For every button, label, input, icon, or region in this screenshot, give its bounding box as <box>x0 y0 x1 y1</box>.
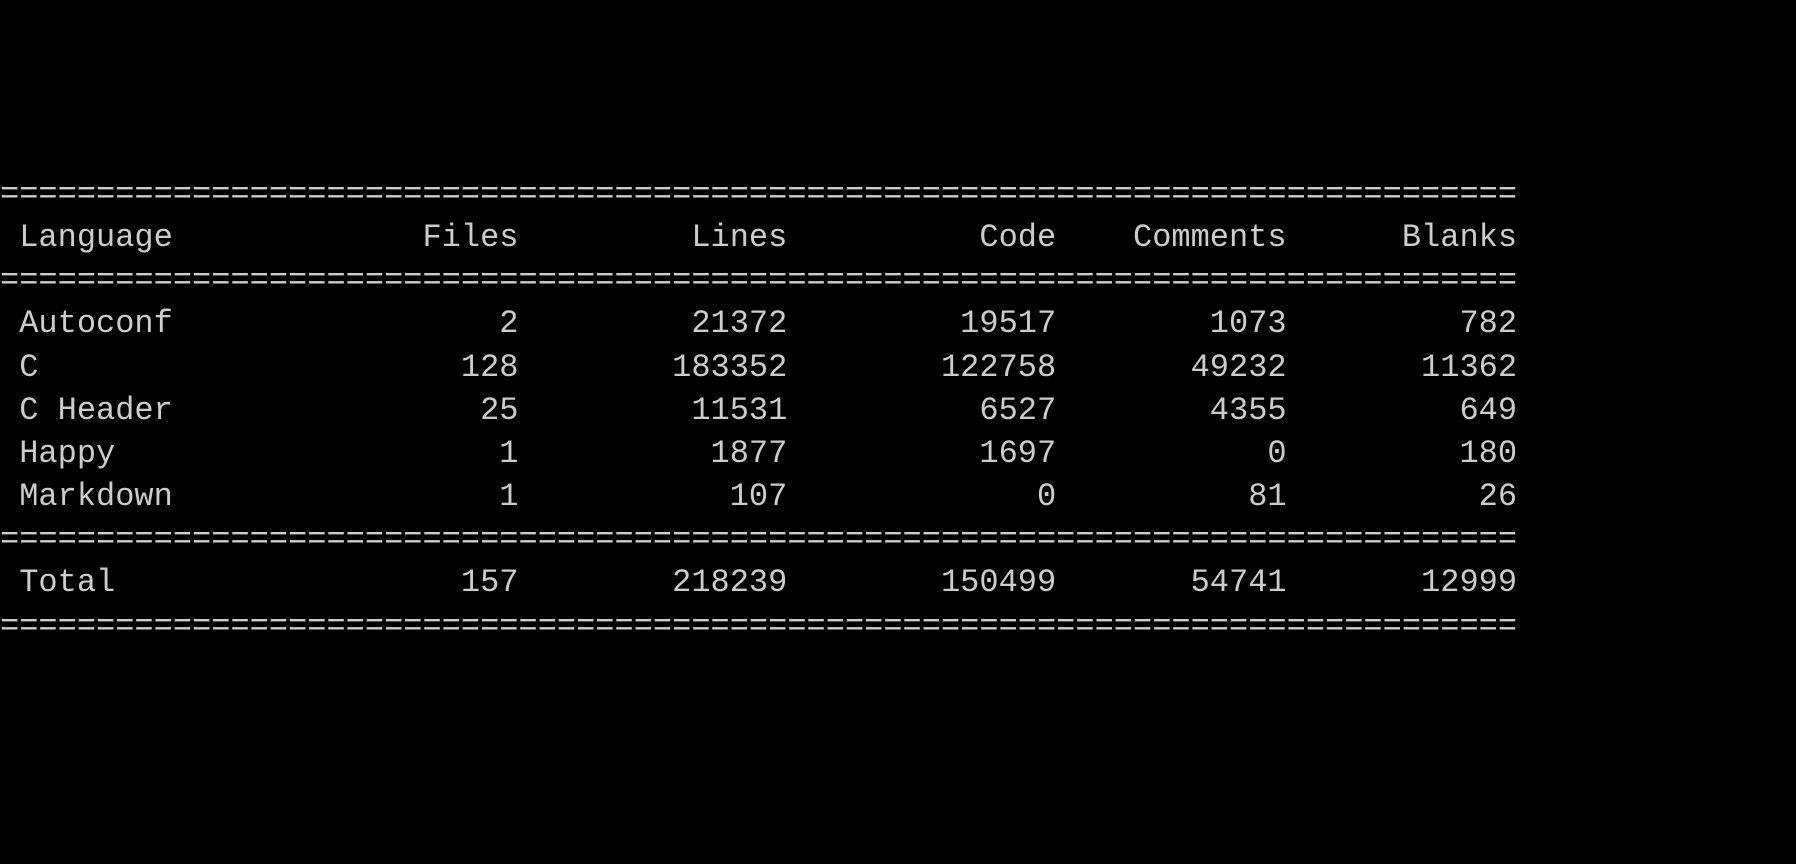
table-row: Markdown 1 107 0 81 26 <box>0 475 1796 518</box>
cell-lines: 107 <box>518 478 787 515</box>
total-blanks: 12999 <box>1287 564 1517 601</box>
table-body: Autoconf 2 21372 19517 1073 782 C 128 18… <box>0 302 1796 518</box>
header-lines: Lines <box>518 219 787 256</box>
cell-lines: 21372 <box>518 305 787 342</box>
cell-code: 19517 <box>787 305 1056 342</box>
separator-top: ========================================… <box>0 173 1796 216</box>
header-language: Language <box>0 219 326 256</box>
cell-code: 1697 <box>787 435 1056 472</box>
separator-header: ========================================… <box>0 259 1796 302</box>
table-row: Happy 1 1877 1697 0 180 <box>0 432 1796 475</box>
total-code: 150499 <box>787 564 1056 601</box>
cell-files: 1 <box>326 478 518 515</box>
separator-bottom: ========================================… <box>0 605 1796 648</box>
total-files: 157 <box>326 564 518 601</box>
total-label: Total <box>0 564 326 601</box>
cell-language: C Header <box>0 392 326 429</box>
table-row: C 128 183352 122758 49232 11362 <box>0 346 1796 389</box>
cell-code: 0 <box>787 478 1056 515</box>
cell-code: 6527 <box>787 392 1056 429</box>
cell-language: Autoconf <box>0 305 326 342</box>
table-row: C Header 25 11531 6527 4355 649 <box>0 389 1796 432</box>
cell-files: 1 <box>326 435 518 472</box>
cell-language: Markdown <box>0 478 326 515</box>
cell-blanks: 649 <box>1287 392 1517 429</box>
header-files: Files <box>326 219 518 256</box>
cell-comments: 0 <box>1056 435 1286 472</box>
separator-total: ========================================… <box>0 518 1796 561</box>
cell-blanks: 782 <box>1287 305 1517 342</box>
cell-blanks: 180 <box>1287 435 1517 472</box>
cell-blanks: 11362 <box>1287 349 1517 386</box>
cell-lines: 183352 <box>518 349 787 386</box>
total-lines: 218239 <box>518 564 787 601</box>
cell-lines: 1877 <box>518 435 787 472</box>
header-blanks: Blanks <box>1287 219 1517 256</box>
cell-language: C <box>0 349 326 386</box>
table-row: Autoconf 2 21372 19517 1073 782 <box>0 302 1796 345</box>
cell-files: 128 <box>326 349 518 386</box>
cell-language: Happy <box>0 435 326 472</box>
header-code: Code <box>787 219 1056 256</box>
cell-code: 122758 <box>787 349 1056 386</box>
total-row: Total 157 218239 150499 54741 12999 <box>0 561 1796 604</box>
cell-comments: 81 <box>1056 478 1286 515</box>
cell-files: 25 <box>326 392 518 429</box>
cell-files: 2 <box>326 305 518 342</box>
header-comments: Comments <box>1056 219 1286 256</box>
header-row: Language Files Lines Code Comments Blank… <box>0 216 1796 259</box>
cell-comments: 1073 <box>1056 305 1286 342</box>
cell-comments: 4355 <box>1056 392 1286 429</box>
cell-comments: 49232 <box>1056 349 1286 386</box>
total-comments: 54741 <box>1056 564 1286 601</box>
cell-lines: 11531 <box>518 392 787 429</box>
terminal-output: ========================================… <box>0 173 1796 648</box>
cell-blanks: 26 <box>1287 478 1517 515</box>
